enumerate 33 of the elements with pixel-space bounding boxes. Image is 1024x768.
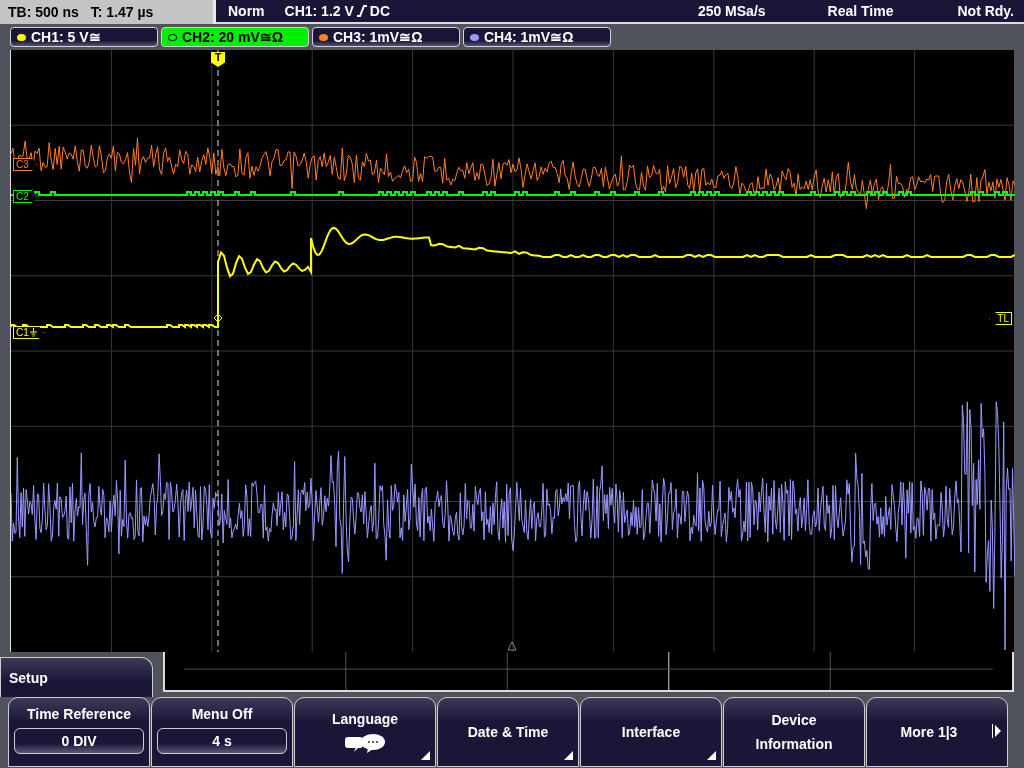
value-field[interactable]: 0 DIV <box>14 728 144 754</box>
trigger-marker: T <box>211 52 225 67</box>
softkey-button[interactable]: Menu Off 4 s <box>151 697 293 767</box>
channel-tab[interactable]: CH4: 1mV≅Ω <box>463 27 611 47</box>
next-page-icon <box>992 724 1001 738</box>
trace-marker: TL <box>989 312 1012 325</box>
rising-edge-icon <box>355 4 368 18</box>
timebase-text: TB: 500 ns <box>8 4 79 20</box>
softkey-button[interactable]: Time Reference 0 DIV <box>8 697 150 767</box>
trigger-time-text: T: 1.47 µs <box>90 4 154 20</box>
trigger-coupling-text: DC <box>369 3 391 19</box>
channel-tab[interactable]: CH3: 1mV≅Ω <box>312 27 460 47</box>
softkey-button[interactable]: Device Information <box>723 697 865 767</box>
speech-bubbles-icon <box>344 733 386 753</box>
ground-icon <box>29 328 37 337</box>
trigger-point-icon <box>213 313 223 323</box>
value-field[interactable]: 4 s <box>157 728 287 754</box>
menu-title: Setup <box>0 657 153 697</box>
trace-marker: C1 <box>13 326 45 339</box>
softkey-button[interactable]: Date & Time <box>437 697 579 767</box>
trace-marker: C3 <box>13 158 37 171</box>
softkey-button[interactable]: Interface <box>580 697 722 767</box>
status-text: Not Rdy. <box>957 3 1014 19</box>
trace-marker: C2 <box>13 190 37 203</box>
center-marker-icon <box>507 641 517 651</box>
acquisition-mode-text: Real Time <box>827 3 894 19</box>
sample-rate-text: 250 MSa/s <box>697 3 766 19</box>
trigger-mode-text: Norm <box>228 3 265 19</box>
softkey-button[interactable]: More 1|3 <box>866 697 1008 767</box>
channel-tab[interactable]: CH2: 20 mV≅Ω <box>161 27 309 47</box>
softkey-button[interactable]: Language <box>294 697 436 767</box>
channel-tab[interactable]: CH1: 5 V≅ <box>10 27 158 47</box>
trigger-level-text: CH1: 1.2 V <box>284 3 354 19</box>
